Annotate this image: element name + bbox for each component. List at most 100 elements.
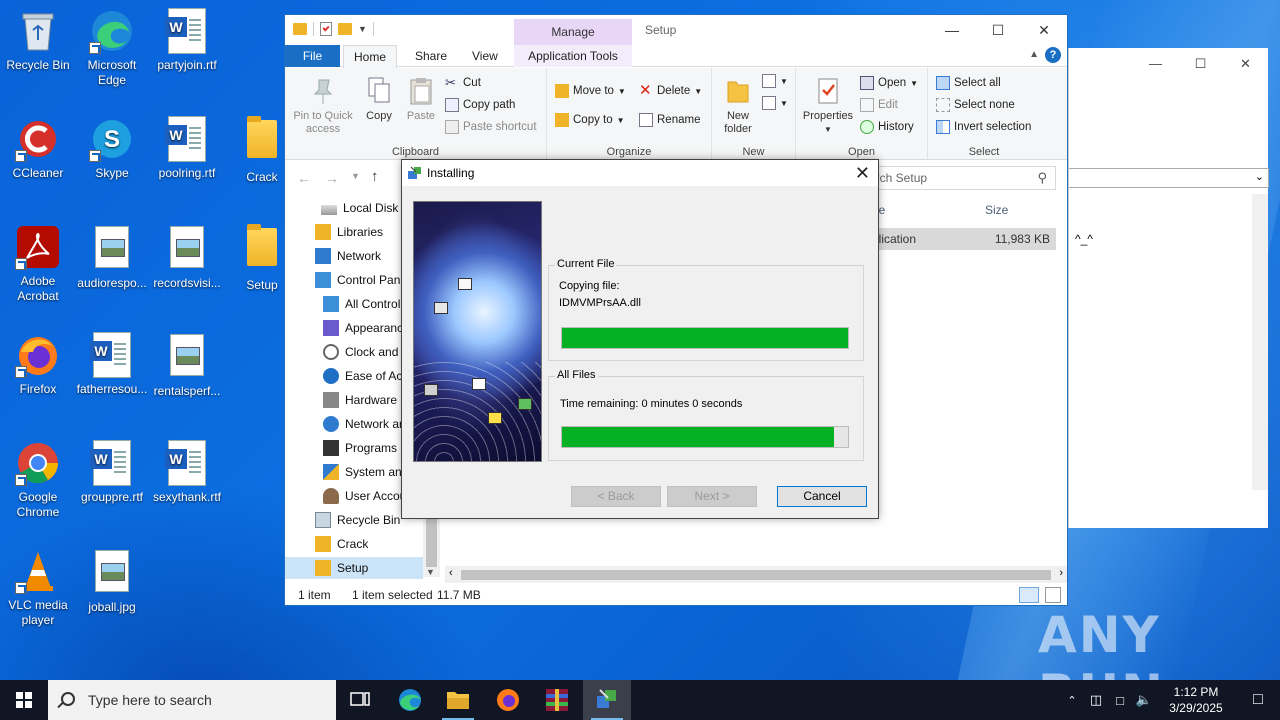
- copy-path-button[interactable]: Copy path: [445, 98, 515, 112]
- column-header-size[interactable]: Size: [985, 203, 1008, 217]
- details-view-icon[interactable]: [1019, 587, 1039, 603]
- desktop-icon-skype[interactable]: S Skype: [74, 116, 150, 181]
- vertical-scrollbar[interactable]: [1252, 194, 1268, 490]
- nav-item-control-panel[interactable]: Control Pan: [315, 269, 400, 291]
- minimize-button[interactable]: —: [1133, 48, 1178, 80]
- desktop-icon-audiorespo[interactable]: audiorespo...: [74, 224, 150, 291]
- invert-selection-button[interactable]: Invert selection: [936, 120, 1031, 134]
- back-forward-icons[interactable]: ←→: [297, 170, 353, 186]
- next-button[interactable]: Next >: [667, 486, 757, 507]
- taskbar-winrar[interactable]: [533, 680, 581, 720]
- easy-access-button[interactable]: ▼: [762, 96, 788, 110]
- nav-item-system-security[interactable]: System and: [323, 461, 408, 483]
- taskbar-edge[interactable]: [386, 680, 434, 720]
- desktop-icon-google-chrome[interactable]: Google Chrome: [0, 440, 76, 520]
- new-folder-button[interactable]: New folder: [718, 76, 758, 136]
- new-folder-icon[interactable]: [338, 23, 352, 35]
- dialog-title-bar[interactable]: Installing ✕: [402, 160, 878, 186]
- ethernet-icon[interactable]: □: [1108, 693, 1132, 708]
- notifications-icon[interactable]: □: [1236, 691, 1280, 709]
- maximize-button[interactable]: ☐: [1178, 48, 1223, 80]
- tab-view[interactable]: View: [462, 45, 508, 67]
- minimize-button[interactable]: —: [929, 15, 975, 45]
- cut-button[interactable]: ✂ Cut: [445, 76, 481, 90]
- properties-button[interactable]: Properties ▼: [800, 76, 856, 136]
- collapse-ribbon-icon[interactable]: ▲: [1029, 49, 1039, 60]
- close-icon[interactable]: ✕: [855, 162, 870, 184]
- maximize-button[interactable]: ☐: [975, 15, 1021, 45]
- network-icon[interactable]: ◫: [1084, 692, 1108, 708]
- horizontal-scrollbar[interactable]: ‹ ›: [445, 566, 1067, 583]
- file-row[interactable]: plication 11,983 KB: [870, 228, 1056, 250]
- desktop-icon-edge[interactable]: Microsoft Edge: [74, 8, 150, 88]
- recent-locations-icon[interactable]: ▼: [351, 171, 360, 181]
- installing-dialog[interactable]: Installing ✕ Current File Copying file: …: [401, 159, 879, 519]
- desktop-icon-adobe-acrobat[interactable]: Adobe Acrobat: [0, 224, 76, 304]
- edit-button[interactable]: Edit: [860, 98, 898, 112]
- desktop-icon-sexythank[interactable]: W sexythank.rtf: [149, 440, 225, 505]
- desktop-icon-grouppre[interactable]: W grouppre.rtf: [74, 440, 150, 505]
- open-button[interactable]: Open ▼: [860, 76, 918, 90]
- tab-application-tools[interactable]: Application Tools: [514, 45, 632, 67]
- taskbar-installer[interactable]: [583, 680, 631, 720]
- copy-button[interactable]: Copy: [359, 76, 399, 123]
- desktop-icon-recycle-bin[interactable]: Recycle Bin: [0, 8, 76, 73]
- desktop-icon-vlc[interactable]: VLC media player: [0, 548, 76, 628]
- chevron-up-icon[interactable]: ⌃: [1060, 694, 1084, 707]
- start-button[interactable]: [0, 680, 48, 720]
- new-item-button[interactable]: ▼: [762, 74, 788, 88]
- desktop-icon-rentalsperf[interactable]: rentalsperf...: [149, 332, 225, 399]
- desktop-icon-ccleaner[interactable]: CCleaner: [0, 116, 76, 181]
- cancel-button[interactable]: Cancel: [777, 486, 867, 507]
- paste-shortcut-button[interactable]: Paste shortcut: [445, 120, 537, 134]
- pin-quick-access-button[interactable]: Pin to Quick access: [291, 76, 355, 136]
- tab-file[interactable]: File: [285, 45, 340, 67]
- nav-item-user-accounts[interactable]: User Accou: [323, 485, 406, 507]
- nav-item-local-disk[interactable]: Local Disk: [321, 197, 398, 219]
- background-window[interactable]: — ☐ ✕ ⌄ ^_^: [1068, 48, 1269, 528]
- move-to-button[interactable]: Move to ▼: [555, 84, 626, 98]
- desktop-icon-fatherresou[interactable]: W fatherresou...: [74, 332, 150, 397]
- up-arrow-icon[interactable]: ↑: [371, 168, 379, 185]
- desktop-icon-joball[interactable]: joball.jpg: [74, 548, 150, 615]
- nav-item-setup[interactable]: Setup: [285, 557, 423, 579]
- chevron-down-icon[interactable]: ▼: [358, 24, 367, 34]
- chevron-down-icon[interactable]: ▼: [426, 567, 435, 577]
- large-icons-view-icon[interactable]: [1045, 587, 1061, 603]
- properties-icon[interactable]: [320, 22, 332, 36]
- chevron-right-icon[interactable]: ›: [1059, 567, 1063, 579]
- task-view-button[interactable]: [336, 680, 384, 720]
- delete-button[interactable]: ✕ Delete ▼: [639, 83, 702, 98]
- taskbar-search-input[interactable]: Type here to search: [48, 680, 336, 720]
- nav-item-hardware[interactable]: Hardware a: [323, 389, 407, 411]
- copy-to-button[interactable]: Copy to ▼: [555, 113, 625, 127]
- nav-item-network-internet[interactable]: Network ar: [323, 413, 403, 435]
- title-bar[interactable]: ▼ Manage Setup — ☐ ✕: [285, 15, 1067, 45]
- desktop-icon-recordsvisi[interactable]: recordsvisi...: [149, 224, 225, 291]
- taskbar-file-explorer[interactable]: [434, 680, 482, 720]
- nav-item-recycle-bin[interactable]: Recycle Bin: [315, 509, 400, 531]
- nav-item-crack[interactable]: Crack: [315, 533, 368, 555]
- back-button[interactable]: < Back: [571, 486, 661, 507]
- clock[interactable]: 1:12 PM 3/29/2025: [1156, 684, 1236, 716]
- nav-item-network[interactable]: Network: [315, 245, 381, 267]
- tab-share[interactable]: Share: [405, 45, 457, 67]
- chevron-left-icon[interactable]: ‹: [449, 567, 453, 579]
- nav-item-programs[interactable]: Programs: [323, 437, 397, 459]
- select-none-button[interactable]: Select none: [936, 98, 1015, 112]
- desktop-icon-firefox[interactable]: Firefox: [0, 332, 76, 397]
- nav-item-all-control-panel[interactable]: All Control: [323, 293, 400, 315]
- nav-item-appearance[interactable]: Appearanc: [323, 317, 403, 339]
- taskbar-firefox[interactable]: [484, 680, 532, 720]
- nav-item-clock[interactable]: Clock and: [323, 341, 398, 363]
- close-button[interactable]: ✕: [1223, 48, 1268, 80]
- paste-button[interactable]: Paste: [401, 76, 441, 123]
- rename-button[interactable]: Rename: [639, 113, 700, 127]
- volume-icon[interactable]: 🔈: [1132, 692, 1156, 708]
- desktop-icon-poolring[interactable]: W poolring.rtf: [149, 116, 225, 181]
- help-icon[interactable]: ?: [1045, 47, 1061, 63]
- select-all-button[interactable]: Select all: [936, 76, 1001, 90]
- desktop-icon-partyjoin[interactable]: W partyjoin.rtf: [149, 8, 225, 73]
- history-button[interactable]: History: [860, 120, 914, 134]
- tab-home[interactable]: Home: [343, 45, 398, 68]
